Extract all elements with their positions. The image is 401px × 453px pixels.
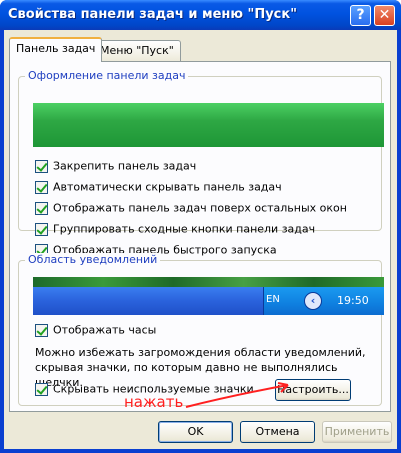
taskbar-preview-image — [33, 103, 384, 147]
checkbox-checked[interactable] — [35, 201, 48, 215]
taskbar-strip: EN ‹ 19:50 — [33, 287, 384, 315]
option-group-buttons[interactable]: Группировать сходные кнопки панели задач — [35, 222, 315, 238]
checkbox-checked[interactable] — [35, 222, 48, 236]
tab-start-menu[interactable]: Меню "Пуск" — [93, 40, 181, 62]
group-title-notify: Область уведомлений — [25, 253, 161, 266]
checkbox-checked[interactable] — [35, 323, 48, 337]
properties-window: Свойства панели задач и меню "Пуск" ? ✕ … — [0, 0, 401, 453]
taskbar-appearance-group: Оформление панели задач Закрепить панель… — [18, 69, 384, 257]
annotation-arrow-icon — [185, 382, 289, 408]
tab-panel: Оформление панели задач Закрепить панель… — [9, 61, 391, 412]
option-label: Отображать панель задач поверх остальных… — [53, 201, 347, 215]
chevron-left-icon: ‹ — [304, 292, 322, 310]
desktop-strip — [33, 277, 384, 287]
group-title-taskbar: Оформление панели задач — [25, 69, 189, 82]
help-button[interactable]: ? — [350, 5, 371, 26]
dialog-client: Панель задач Меню "Пуск" Оформление пане… — [4, 30, 397, 449]
title-bar[interactable]: Свойства панели задач и меню "Пуск" ? ✕ — [0, 0, 401, 30]
checkbox-checked[interactable] — [35, 180, 48, 194]
checkbox-checked[interactable] — [35, 382, 48, 396]
language-indicator: EN — [266, 294, 280, 305]
ok-button[interactable]: OK — [158, 421, 233, 443]
close-button[interactable]: ✕ — [374, 5, 395, 26]
window-title: Свойства панели задач и меню "Пуск" — [8, 7, 297, 22]
tray-preview-image: EN ‹ 19:50 — [33, 277, 384, 315]
annotation-click-hint: нажать — [124, 393, 184, 411]
option-lock-taskbar[interactable]: Закрепить панель задач — [35, 159, 196, 175]
option-autohide[interactable]: Автоматически скрывать панель задач — [35, 180, 282, 196]
option-on-top[interactable]: Отображать панель задач поверх остальных… — [35, 201, 347, 217]
option-label: Группировать сходные кнопки панели задач — [53, 222, 316, 236]
tray-clock: 19:50 — [337, 294, 369, 307]
option-label: Автоматически скрывать панель задач — [53, 180, 282, 194]
apply-button[interactable]: Применить — [322, 421, 392, 443]
tab-taskbar[interactable]: Панель задач — [9, 37, 103, 62]
cancel-button[interactable]: Отмена — [240, 421, 315, 443]
option-label: Закрепить панель задач — [53, 159, 197, 173]
checkbox-checked[interactable] — [35, 159, 48, 173]
option-label: Отображать часы — [53, 323, 157, 337]
option-show-clock[interactable]: Отображать часы — [35, 323, 156, 339]
